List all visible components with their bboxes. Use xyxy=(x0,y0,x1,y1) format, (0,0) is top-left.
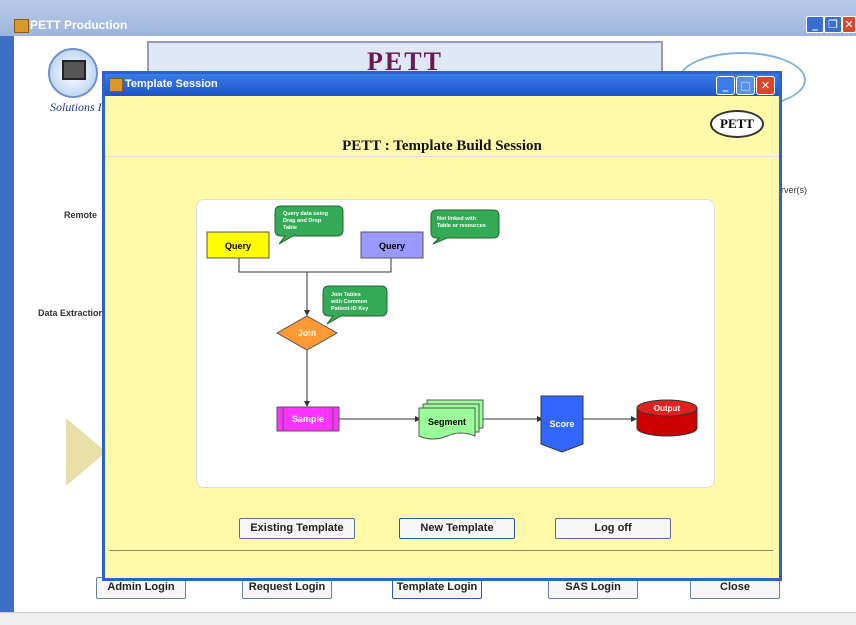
logo-text: Solutions I xyxy=(50,100,102,114)
dialog-close-icon[interactable]: ✕ xyxy=(756,76,775,95)
sample-node-label: Sample xyxy=(292,414,324,424)
template-session-dialog: Template Session _ □ ✕ PETT PETT : Templ… xyxy=(102,71,782,581)
pett-logo: PETT xyxy=(710,110,764,138)
score-node-label: Score xyxy=(549,419,574,429)
computer-icon xyxy=(62,60,86,80)
query-node-2-label: Query xyxy=(379,241,405,251)
arrowhead-sample xyxy=(304,401,310,407)
dialog-bottom-divider xyxy=(109,550,773,551)
dialog-app-icon xyxy=(109,78,123,92)
workflow-diagram: Query Query Join Sample Segment Score Ou… xyxy=(206,205,698,453)
callout-join-line3: Patient-ID Key xyxy=(331,306,369,312)
arrow-shape xyxy=(66,418,106,486)
output-node-label: Output xyxy=(654,404,681,413)
workflow-canvas: Query Query Join Sample Segment Score Ou… xyxy=(196,199,715,488)
arrowhead-join xyxy=(304,310,310,316)
window-left-border xyxy=(0,36,14,612)
heading-divider xyxy=(105,156,779,157)
dialog-heading: PETT : Template Build Session xyxy=(342,138,542,154)
arrowhead-output xyxy=(631,416,637,422)
dialog-minimize-icon[interactable]: _ xyxy=(716,76,735,95)
data-extraction-label: Data Extraction xyxy=(38,308,105,318)
query-node-1-label: Query xyxy=(225,241,251,251)
existing-template-button[interactable]: Existing Template xyxy=(239,518,355,539)
company-logo xyxy=(48,48,98,98)
close-icon[interactable]: ✕ xyxy=(842,16,856,33)
callout-unlinked-line1: Not linked with xyxy=(437,216,477,222)
join-node-label: Join xyxy=(298,328,317,338)
callout-query-line1: Query data using xyxy=(283,211,328,217)
query-connector xyxy=(238,258,392,273)
callout-query-line3: Table xyxy=(283,225,297,231)
dialog-title: Template Session xyxy=(125,78,218,90)
minimize-icon[interactable]: _ xyxy=(806,16,824,33)
dialog-maximize-icon[interactable]: □ xyxy=(736,76,755,95)
callout-join-line2: with Common xyxy=(330,299,368,305)
outer-window-title: PETT Production xyxy=(30,18,128,32)
status-bar xyxy=(0,612,856,625)
remote-label: Remote xyxy=(64,210,98,220)
outer-title-bar: PETT Production _ ❐ ✕ xyxy=(0,0,856,36)
callout-query-line2: Drag and Drop xyxy=(283,218,322,224)
callout-unlinked-line2: Table or resources xyxy=(437,223,486,229)
segment-node-label: Segment xyxy=(428,417,466,427)
dialog-title-bar: Template Session _ □ ✕ xyxy=(105,74,779,96)
new-template-button[interactable]: New Template xyxy=(399,518,515,539)
restore-icon[interactable]: ❐ xyxy=(824,16,842,33)
app-icon xyxy=(14,19,29,33)
log-off-button[interactable]: Log off xyxy=(555,518,671,539)
callout-join-line1: Join Tables xyxy=(331,292,361,298)
